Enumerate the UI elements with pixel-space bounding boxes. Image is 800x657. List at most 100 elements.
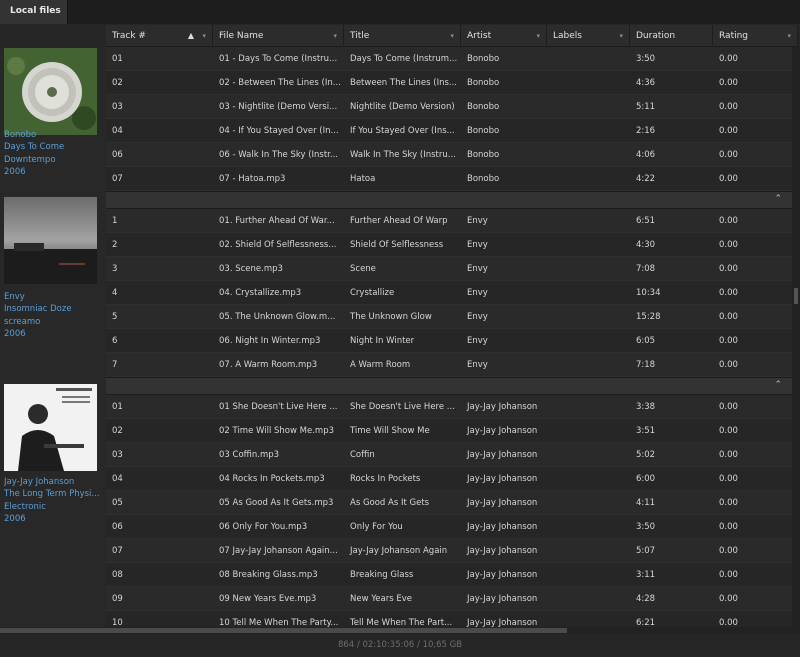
track-rating: 0.00 xyxy=(719,402,738,412)
album-title[interactable]: Insomniac Doze xyxy=(4,303,104,315)
album-artist[interactable]: Jay-Jay Johanson xyxy=(4,476,104,488)
column-label-artist: Artist xyxy=(467,31,492,41)
track-duration: 5:11 xyxy=(636,102,656,112)
column-header-track[interactable]: Track # ▲ ▾ xyxy=(106,25,213,47)
track-artist: Envy xyxy=(467,288,488,298)
track-duration: 4:22 xyxy=(636,174,656,184)
file-name: 04 Rocks In Pockets.mp3 xyxy=(219,474,325,484)
file-name: 06 Only For You.mp3 xyxy=(219,522,308,532)
table-row[interactable]: 04 04 Rocks In Pockets.mp3 Rocks In Pocket… xyxy=(106,467,792,491)
album-title[interactable]: The Long Term Physi... xyxy=(4,488,104,500)
track-title: Nightlite (Demo Version) xyxy=(350,102,455,112)
table-row[interactable]: 07 07 - Hatoa.mp3 Hatoa Bonobo 4:22 0.00 xyxy=(106,167,792,191)
track-title: Breaking Glass xyxy=(350,570,414,580)
track-duration: 4:28 xyxy=(636,594,656,604)
track-artist: Jay-Jay Johanson xyxy=(467,594,538,604)
album-genre[interactable]: screamo xyxy=(4,316,104,328)
table-row[interactable]: 7 07. A Warm Room.mp3 A Warm Room Envy 7:18 0… xyxy=(106,353,792,377)
column-header-duration[interactable]: Duration xyxy=(630,25,713,47)
album-artist[interactable]: Bonobo xyxy=(4,129,104,141)
collapse-up-icon[interactable]: ⌃ xyxy=(774,194,782,204)
album-year[interactable]: 2006 xyxy=(4,513,104,525)
filter-icon[interactable]: ▾ xyxy=(450,25,454,47)
album-cover-bonobo[interactable] xyxy=(4,48,97,135)
file-name: 08 Breaking Glass.mp3 xyxy=(219,570,318,580)
track-title: Only For You xyxy=(350,522,403,532)
filter-icon[interactable]: ▾ xyxy=(202,25,206,47)
album-cover-envy[interactable] xyxy=(4,197,97,284)
table-row[interactable]: 06 06 Only For You.mp3 Only For You Jay-Jay… xyxy=(106,515,792,539)
column-header-title[interactable]: Title ▾ xyxy=(344,25,461,47)
track-artist: Envy xyxy=(467,264,488,274)
table-row[interactable]: 04 04 - If You Stayed Over (In... If You S… xyxy=(106,119,792,143)
vertical-scrollbar-thumb[interactable] xyxy=(794,288,798,304)
album-meta-envy: Envy Insomniac Doze screamo 2006 xyxy=(4,291,104,340)
horizontal-scrollbar[interactable] xyxy=(0,627,800,634)
table-row[interactable]: 2 02. Shield Of Selflessness... Shield Of … xyxy=(106,233,792,257)
file-name: 06 - Walk In The Sky (Instr... xyxy=(219,150,338,160)
file-name: 04. Crystallize.mp3 xyxy=(219,288,302,298)
track-labels xyxy=(547,539,630,563)
table-row[interactable]: 6 06. Night In Winter.mp3 Night In Winter E… xyxy=(106,329,792,353)
album-genre[interactable]: Electronic xyxy=(4,501,104,513)
album-meta-bonobo: Bonobo Days To Come Downtempo 2006 xyxy=(4,129,104,178)
track-duration: 4:06 xyxy=(636,150,656,160)
track-title: Jay-Jay Johanson Again xyxy=(350,546,448,556)
table-row[interactable]: 01 01 She Doesn't Live Here ... She Doesn'… xyxy=(106,395,792,419)
tab-local-files[interactable]: Local files xyxy=(0,0,68,24)
track-labels xyxy=(547,395,630,419)
track-number: 02 xyxy=(112,78,123,88)
track-title: Scene xyxy=(350,264,376,274)
track-table: 01 01 - Days To Come (Instru... Days To Co… xyxy=(106,47,792,627)
tab-bar: Local files xyxy=(0,0,800,24)
track-artist: Envy xyxy=(467,312,488,322)
horizontal-scrollbar-thumb[interactable] xyxy=(0,628,567,633)
table-row[interactable]: 02 02 - Between The Lines (In... Between T… xyxy=(106,71,792,95)
table-row[interactable]: 09 09 New Years Eve.mp3 New Years Eve Jay-J… xyxy=(106,587,792,611)
file-name: 01. Further Ahead Of War... xyxy=(219,216,335,226)
track-duration: 10:34 xyxy=(636,288,661,298)
column-header-labels[interactable]: Labels ▾ xyxy=(547,25,630,47)
table-row[interactable]: 05 05 As Good As It Gets.mp3 As Good As It… xyxy=(106,491,792,515)
album-artist[interactable]: Envy xyxy=(4,291,104,303)
track-title: Tell Me When The Part... xyxy=(350,618,453,627)
track-number: 09 xyxy=(112,594,123,604)
album-year[interactable]: 2006 xyxy=(4,166,104,178)
track-duration: 5:07 xyxy=(636,546,656,556)
track-duration: 3:51 xyxy=(636,426,656,436)
table-row[interactable]: 10 10 Tell Me When The Party... Tell Me Wh… xyxy=(106,611,792,627)
album-cover-jay-jay-johanson[interactable] xyxy=(4,384,97,471)
table-row[interactable]: 01 01 - Days To Come (Instru... Days To Co… xyxy=(106,47,792,71)
track-rating: 0.00 xyxy=(719,102,738,112)
track-title: Coffin xyxy=(350,450,375,460)
column-header-artist[interactable]: Artist ▾ xyxy=(461,25,547,47)
album-genre[interactable]: Downtempo xyxy=(4,154,104,166)
table-row[interactable]: 03 03 - Nightlite (Demo Versi... Nightlite… xyxy=(106,95,792,119)
table-row[interactable]: 07 07 Jay-Jay Johanson Again... Jay-Jay Jo… xyxy=(106,539,792,563)
filter-icon[interactable]: ▾ xyxy=(787,25,791,47)
album-title[interactable]: Days To Come xyxy=(4,141,104,153)
table-row[interactable]: 02 02 Time Will Show Me.mp3 Time Will Show… xyxy=(106,419,792,443)
table-row[interactable]: 1 01. Further Ahead Of War... Further Ahea… xyxy=(106,209,792,233)
track-duration: 4:11 xyxy=(636,498,656,508)
vertical-scrollbar[interactable] xyxy=(792,47,800,627)
table-row[interactable]: 06 06 - Walk In The Sky (Instr... Walk In … xyxy=(106,143,792,167)
file-name: 05 As Good As It Gets.mp3 xyxy=(219,498,334,508)
track-number: 10 xyxy=(112,618,123,627)
album-year[interactable]: 2006 xyxy=(4,328,104,340)
table-row[interactable]: 5 05. The Unknown Glow.m... The Unknown Gl… xyxy=(106,305,792,329)
filter-icon[interactable]: ▾ xyxy=(619,25,623,47)
column-header-rating[interactable]: Rating ▾ xyxy=(713,25,798,47)
track-labels xyxy=(547,95,630,119)
table-row[interactable]: 03 03 Coffin.mp3 Coffin Jay-Jay Johanson 5:0… xyxy=(106,443,792,467)
column-header-file-name[interactable]: File Name ▾ xyxy=(213,25,344,47)
track-duration: 7:08 xyxy=(636,264,656,274)
filter-icon[interactable]: ▾ xyxy=(333,25,337,47)
track-artist: Envy xyxy=(467,360,488,370)
collapse-up-icon[interactable]: ⌃ xyxy=(774,380,782,390)
filter-icon[interactable]: ▾ xyxy=(536,25,540,47)
column-header: Track # ▲ ▾ File Name ▾ Title ▾ Artist ▾… xyxy=(106,25,798,47)
table-row[interactable]: 3 03. Scene.mp3 Scene Envy 7:08 0.00 xyxy=(106,257,792,281)
table-row[interactable]: 4 04. Crystallize.mp3 Crystallize Envy 10:34… xyxy=(106,281,792,305)
table-row[interactable]: 08 08 Breaking Glass.mp3 Breaking Glass Jay… xyxy=(106,563,792,587)
